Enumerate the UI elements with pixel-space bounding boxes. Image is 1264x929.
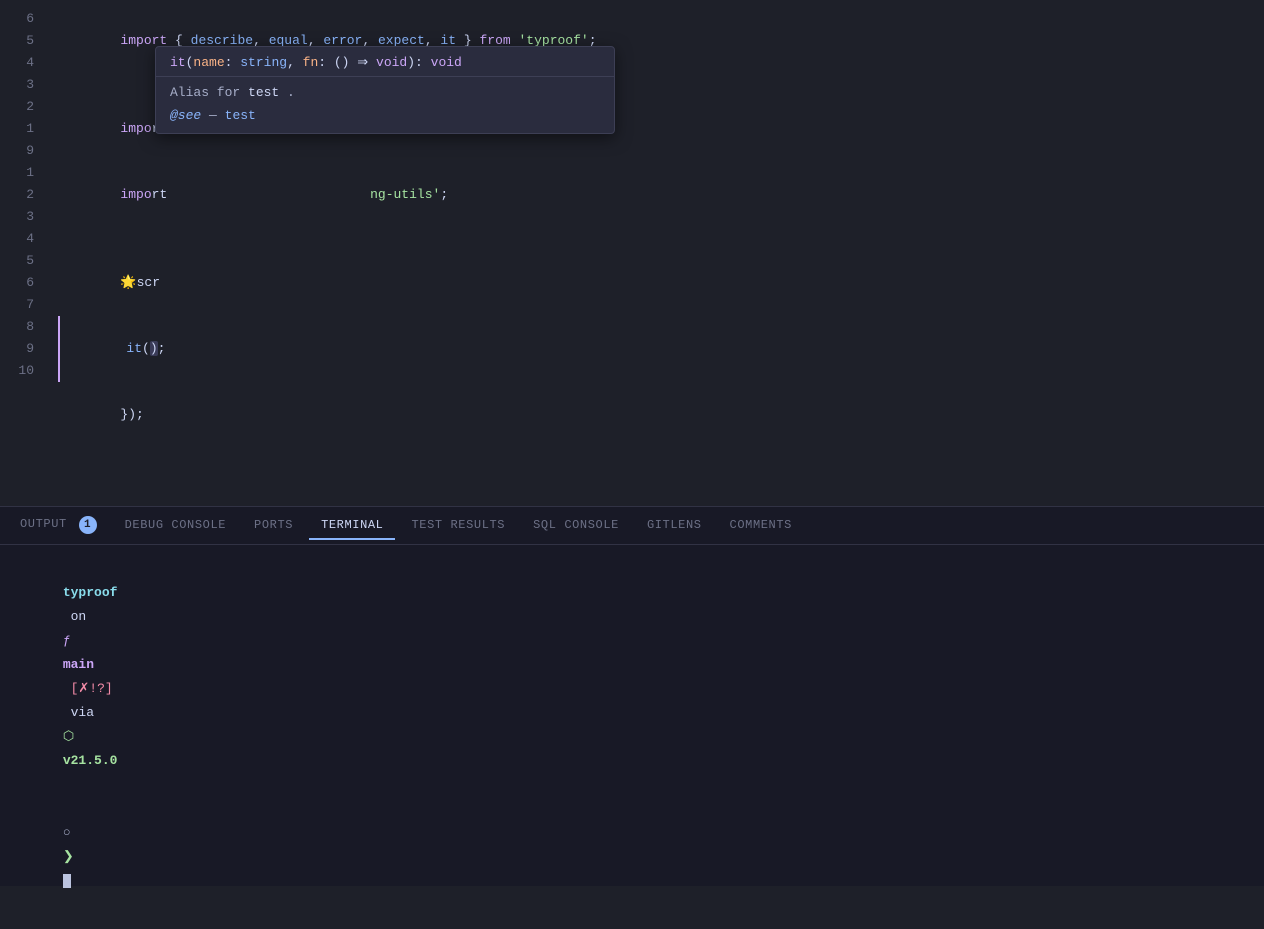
tab-gitlens-label: GITLENS — [647, 518, 702, 532]
tab-output[interactable]: OUTPUT 1 — [8, 510, 109, 542]
autocomplete-header: it(name: string, fn: () ⇒ void): void — [156, 47, 614, 77]
line-num-1a: 1 — [16, 118, 34, 140]
terminal-branch: main — [63, 657, 94, 672]
code-line-9: it(); — [58, 316, 1264, 382]
terminal-line-1: typroof on ƒ main [✗!?] via ⬡ v21.5.0 — [16, 557, 1248, 797]
panel-tabs: OUTPUT 1 DEBUG CONSOLE PORTS TERMINAL TE… — [0, 507, 1264, 545]
code-line-1b: }); — [58, 382, 1264, 448]
line-num-3b: 3 — [16, 206, 34, 228]
line-num-9: 9 — [16, 140, 34, 162]
terminal-on: on — [63, 609, 94, 624]
tab-ports[interactable]: PORTS — [242, 512, 305, 540]
code-line-empty-3 — [58, 470, 1264, 492]
line-num-4b: 4 — [16, 228, 34, 250]
terminal-cursor — [63, 874, 71, 888]
terminal-via: via — [63, 705, 102, 720]
code-line-2 — [58, 228, 1264, 250]
line-num-2: 2 — [16, 96, 34, 118]
terminal-project: typroof — [63, 585, 118, 600]
line-num-6: 6 — [16, 8, 34, 30]
tab-ports-label: PORTS — [254, 518, 293, 532]
terminal-branch-icon: ƒ — [63, 633, 79, 648]
terminal-git-status: [✗!?] — [63, 681, 113, 696]
tab-terminal[interactable]: TERMINAL — [309, 512, 395, 540]
code-line-3: import ng-utils'; — [58, 162, 1264, 228]
line-num-3: 3 — [16, 74, 34, 96]
tab-terminal-label: TERMINAL — [321, 518, 383, 532]
terminal-node-version: v21.5.0 — [63, 753, 118, 768]
output-badge: 1 — [79, 516, 97, 534]
line-num-5b: 5 — [16, 250, 34, 272]
terminal-circle: ○ — [63, 825, 79, 840]
autocomplete-signature: it(name: string, fn: () ⇒ void): void — [170, 55, 600, 70]
bottom-panel: OUTPUT 1 DEBUG CONSOLE PORTS TERMINAL TE… — [0, 506, 1264, 886]
tab-sql-console[interactable]: SQL CONSOLE — [521, 512, 631, 540]
autocomplete-popup[interactable]: it(name: string, fn: () ⇒ void): void Al… — [155, 46, 615, 134]
autocomplete-description: Alias for test . — [170, 85, 600, 100]
code-line-1a: 🌟scr — [58, 250, 1264, 316]
line-num-6b: 6 — [16, 272, 34, 294]
tab-comments-label: COMMENTS — [730, 518, 792, 532]
code-editor[interactable]: 6 5 4 3 2 1 9 1 2 3 4 5 6 7 8 9 10 impor… — [0, 0, 1264, 500]
tab-debug-console[interactable]: DEBUG CONSOLE — [113, 512, 238, 540]
line-num-10: 10 — [16, 360, 34, 382]
terminal-prompt1: ❯ — [63, 849, 82, 864]
terminal-content[interactable]: typroof on ƒ main [✗!?] via ⬡ v21.5.0 ○ … — [0, 545, 1264, 929]
line-num-9b: 9 — [16, 338, 34, 360]
autocomplete-body: Alias for test . @see — test — [156, 77, 614, 133]
terminal-line-2: ○ ❯ — [16, 797, 1248, 917]
line-num-2b: 2 — [16, 184, 34, 206]
tab-debug-label: DEBUG CONSOLE — [125, 518, 226, 532]
line-num-4: 4 — [16, 52, 34, 74]
tab-test-results[interactable]: TEST RESULTS — [399, 512, 517, 540]
line-num-7: 7 — [16, 294, 34, 316]
autocomplete-see: @see — test — [170, 108, 600, 123]
line-num-8: 8 — [16, 316, 34, 338]
line-num-1b: 1 — [16, 162, 34, 184]
line-numbers: 6 5 4 3 2 1 9 1 2 3 4 5 6 7 8 9 10 — [0, 8, 50, 500]
tab-output-label: OUTPUT — [20, 517, 67, 531]
line-num-5: 5 — [16, 30, 34, 52]
tab-gitlens[interactable]: GITLENS — [635, 512, 714, 540]
tab-comments[interactable]: COMMENTS — [718, 512, 804, 540]
code-line-empty-2 — [58, 448, 1264, 470]
terminal-node-icon: ⬡ — [63, 729, 82, 744]
tab-test-results-label: TEST RESULTS — [411, 518, 505, 532]
tab-sql-label: SQL CONSOLE — [533, 518, 619, 532]
